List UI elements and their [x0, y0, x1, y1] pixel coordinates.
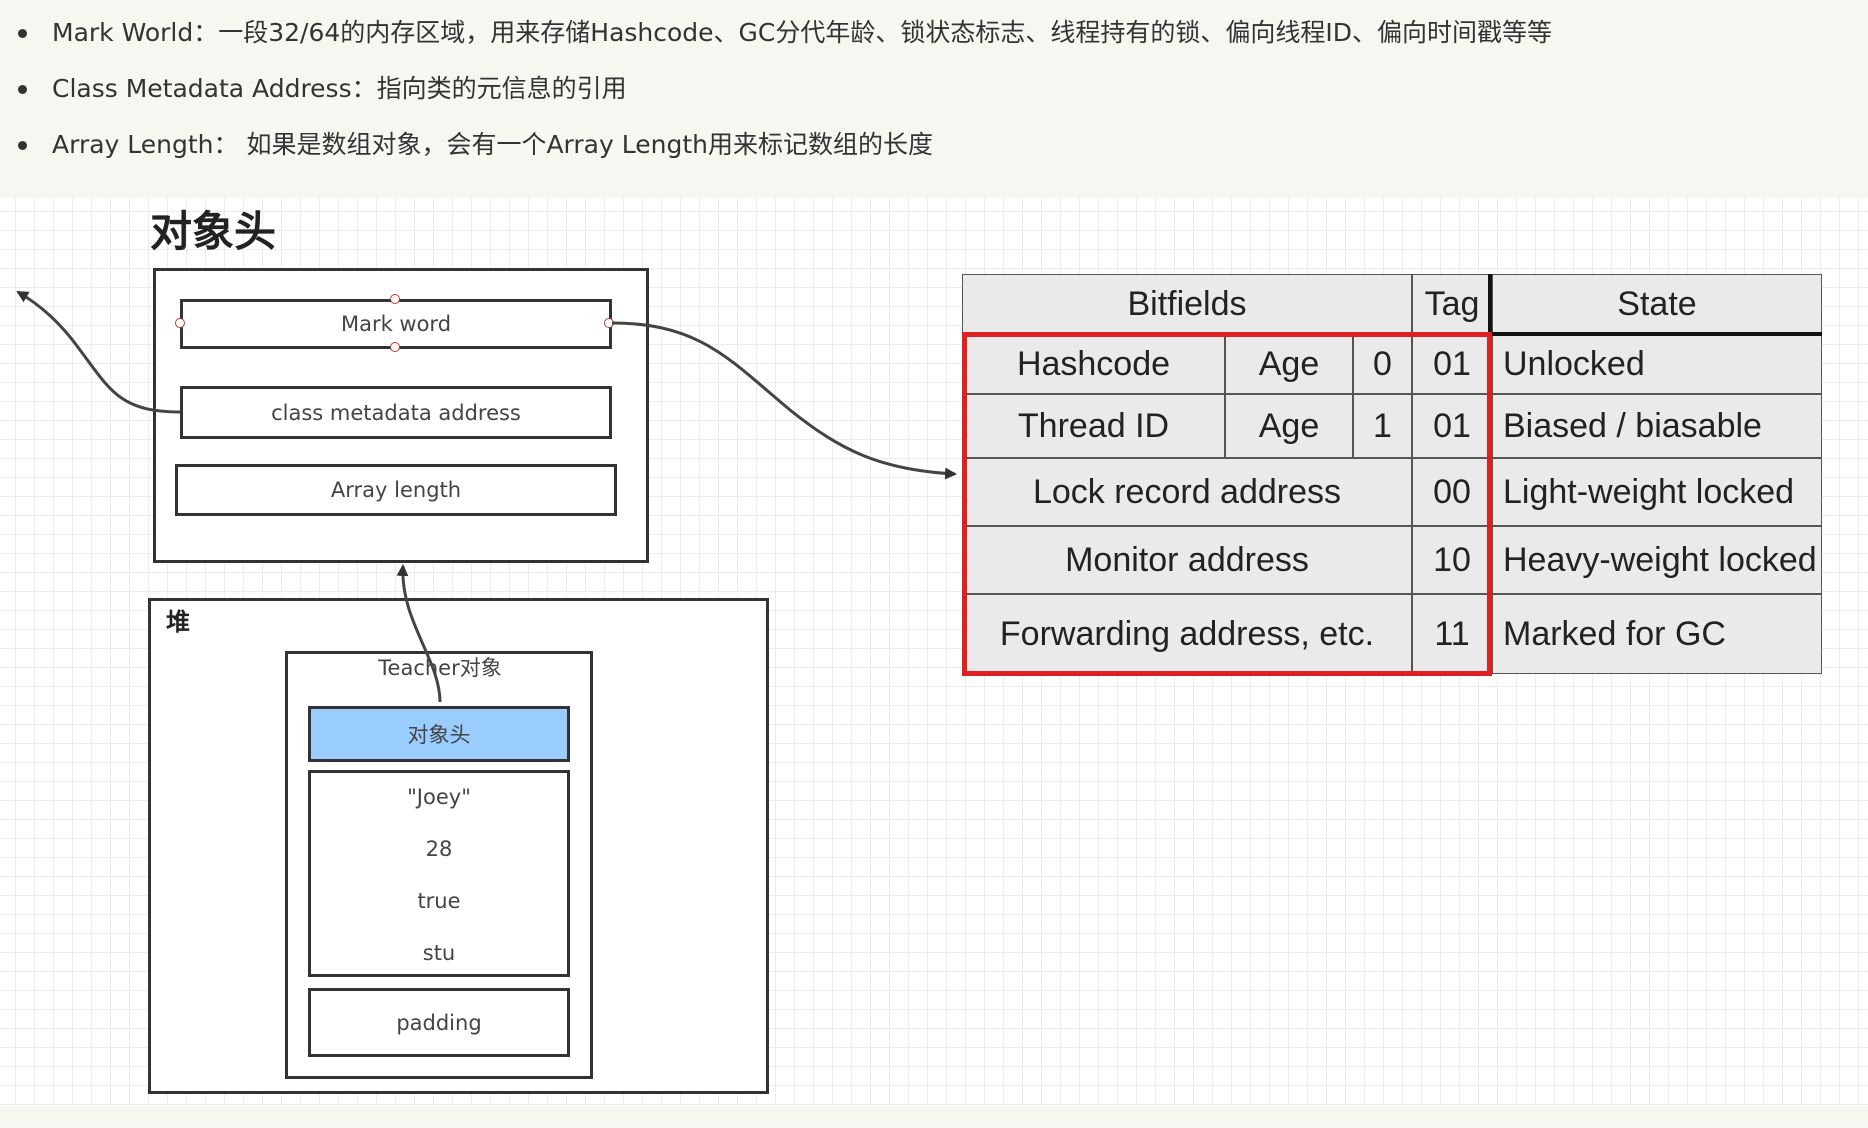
- bullet-dot: [18, 29, 27, 38]
- bullet-item-class-metadata: Class Metadata Address：指向类的元信息的引用: [18, 74, 627, 104]
- field-value-age: 28: [425, 837, 453, 861]
- cell-tag: 01: [1412, 394, 1492, 458]
- header-state: State: [1492, 274, 1822, 334]
- cell-tag: 11: [1412, 594, 1492, 674]
- header-divider: [1488, 274, 1492, 334]
- class-metadata-field[interactable]: class metadata address: [180, 386, 612, 439]
- bullet-text: Mark World：一段32/64的内存区域，用来存储Hashcode、GC分…: [52, 18, 1553, 47]
- field-value-name: "Joey": [407, 785, 471, 809]
- cell-bias-bit: 0: [1353, 334, 1412, 394]
- bullet-dot: [18, 141, 27, 150]
- padding-cell[interactable]: padding: [308, 988, 570, 1057]
- cell-forwarding-address: Forwarding address, etc.: [962, 594, 1412, 674]
- selection-handle[interactable]: [390, 342, 400, 352]
- heap-label: 堆: [166, 608, 190, 636]
- cell-tag: 10: [1412, 526, 1492, 594]
- cell-bias-bit: 1: [1353, 394, 1412, 458]
- cell-monitor-address: Monitor address: [962, 526, 1412, 594]
- bullet-item-array-length: Array Length： 如果是数组对象，会有一个Array Length用来…: [18, 130, 933, 160]
- cell-lock-record-address: Lock record address: [962, 458, 1412, 526]
- header-bitfields: Bitfields: [962, 274, 1412, 334]
- cell-state: Marked for GC: [1492, 594, 1822, 674]
- teacher-object-label: Teacher对象: [378, 656, 502, 680]
- bottom-strip: [0, 1106, 1868, 1128]
- header-separator: [1492, 332, 1822, 336]
- selection-handle[interactable]: [175, 318, 185, 328]
- cell-thread-id: Thread ID: [962, 394, 1225, 458]
- field-value-flag: true: [417, 889, 461, 913]
- cell-age: Age: [1225, 334, 1353, 394]
- object-fields-cell[interactable]: "Joey" 28 true stu: [308, 770, 570, 977]
- bullet-item-mark-word: Mark World：一段32/64的内存区域，用来存储Hashcode、GC分…: [18, 18, 1553, 48]
- cell-tag: 01: [1412, 334, 1492, 394]
- bullet-dot: [18, 85, 27, 94]
- cell-age: Age: [1225, 394, 1353, 458]
- diagram-title: 对象头: [150, 207, 277, 256]
- selection-handle[interactable]: [604, 318, 614, 328]
- cell-tag: 00: [1412, 458, 1492, 526]
- bullet-text: Class Metadata Address：指向类的元信息的引用: [52, 74, 627, 103]
- cell-hashcode: Hashcode: [962, 334, 1225, 394]
- cell-state: Light-weight locked: [1492, 458, 1822, 526]
- object-header-cell[interactable]: 对象头: [308, 706, 570, 762]
- array-length-field[interactable]: Array length: [175, 464, 617, 516]
- cell-state: Heavy-weight locked: [1492, 526, 1822, 594]
- cell-state: Biased / biasable: [1492, 394, 1822, 458]
- bullet-list: Mark World：一段32/64的内存区域，用来存储Hashcode、GC分…: [0, 0, 1868, 198]
- selection-handle[interactable]: [390, 294, 400, 304]
- bullet-text: Array Length： 如果是数组对象，会有一个Array Length用来…: [52, 130, 933, 159]
- field-value-ref: stu: [422, 941, 456, 965]
- header-tag: Tag: [1412, 274, 1492, 334]
- cell-state: Unlocked: [1492, 334, 1822, 394]
